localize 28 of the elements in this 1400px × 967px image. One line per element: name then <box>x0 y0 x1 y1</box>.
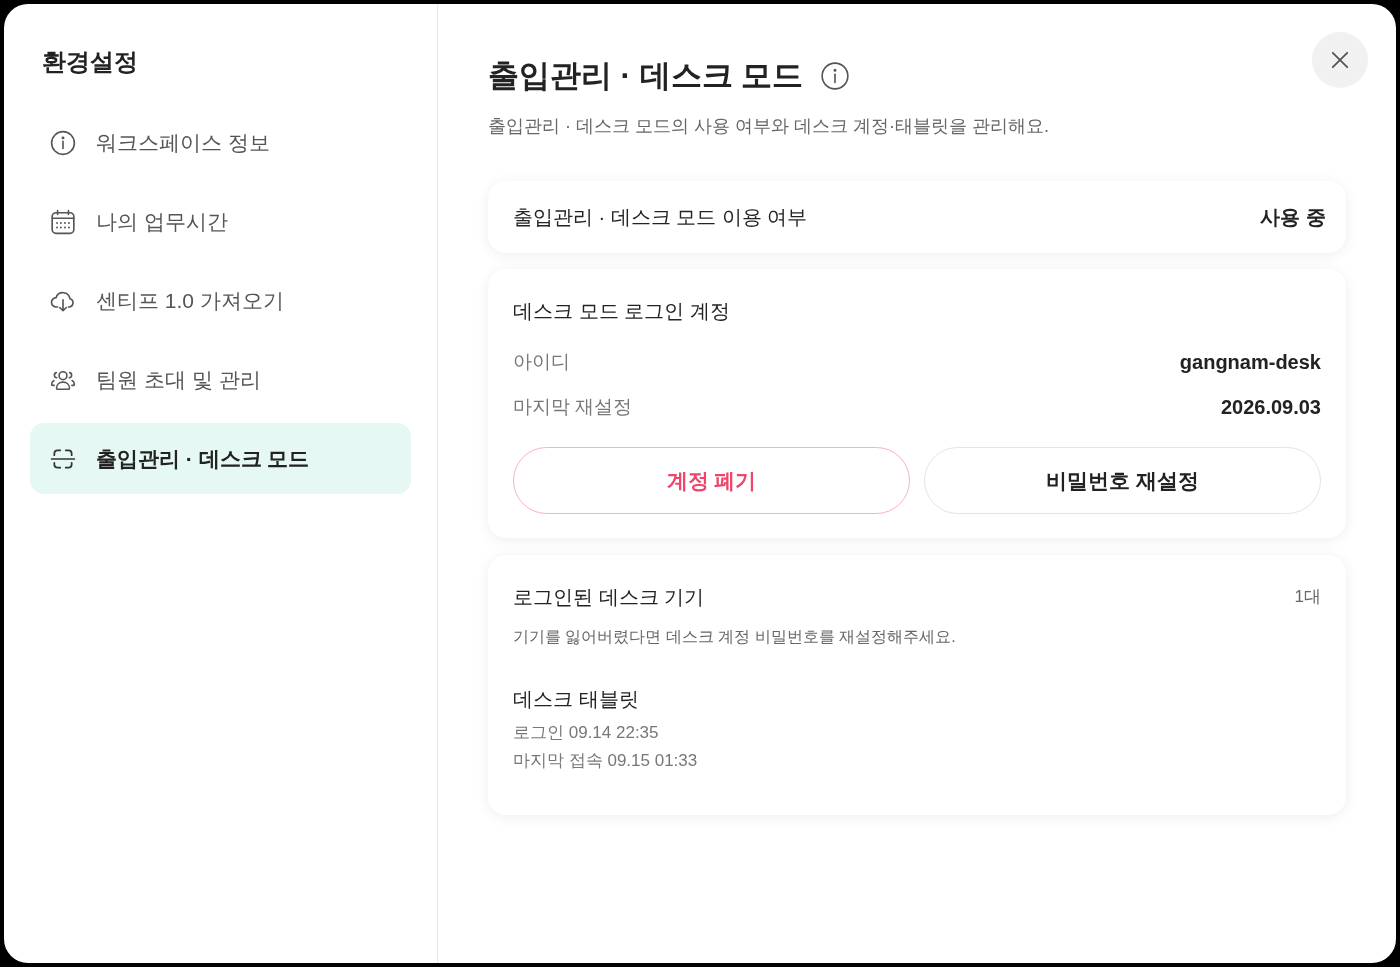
device-name: 데스크 태블릿 <box>513 687 640 712</box>
device-count: 1대 <box>1294 586 1321 608</box>
page-description: 출입관리 · 데스크 모드의 사용 여부와 데스크 계정·태블릿을 관리해요. <box>488 115 1050 138</box>
close-icon <box>1331 51 1349 69</box>
card-title: 로그인된 데스크 기기 <box>513 585 705 610</box>
field-value: gangnam-desk <box>1179 350 1321 375</box>
field-label: 마지막 재설정 <box>513 395 633 419</box>
usage-label: 출입관리 · 데스크 모드 이용 여부 <box>513 205 808 230</box>
sidebar-item[interactable]: 센티프 1.0 가져오기 <box>30 265 411 336</box>
sidebar-item[interactable]: 출입관리 · 데스크 모드 <box>30 423 411 494</box>
calendar-icon <box>50 208 76 235</box>
field-label: 아이디 <box>513 350 570 374</box>
sidebar-title: 환경설정 <box>42 47 138 77</box>
page-title: 출입관리 · 데스크 모드 <box>488 57 804 95</box>
field-value: 2026.09.03 <box>1220 395 1321 420</box>
sidebar-item[interactable]: 워크스페이스 정보 <box>30 107 411 178</box>
info-icon <box>50 129 76 156</box>
sidebar-item[interactable]: 나의 업무시간 <box>30 186 411 257</box>
sidebar-item[interactable]: 팀원 초대 및 관리 <box>30 344 411 415</box>
card-title: 데스크 모드 로그인 계정 <box>513 299 731 324</box>
device-info: 로그인 09.14 22:35 <box>513 722 660 744</box>
device-info: 마지막 접속 09.15 01:33 <box>513 750 699 772</box>
delete-account-button[interactable]: 계정 폐기 <box>513 447 910 514</box>
reset-password-button[interactable]: 비밀번호 재설정 <box>924 447 1321 514</box>
info-icon[interactable] <box>821 62 850 90</box>
device-hint: 기기를 잃어버렸다면 데스크 계정 비밀번호를 재설정해주세요. <box>513 627 957 647</box>
usage-status: 사용 중 <box>1260 205 1326 230</box>
close-button[interactable] <box>1312 32 1368 88</box>
